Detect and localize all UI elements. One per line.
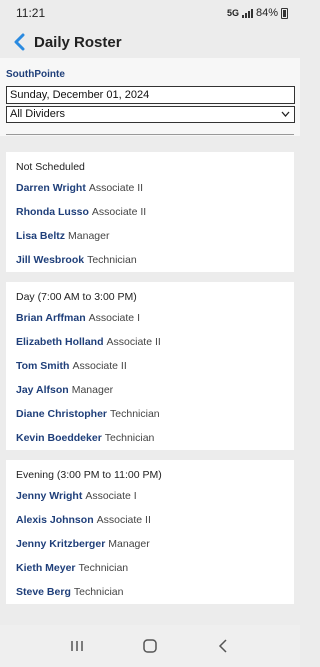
filter-panel: SouthPointe Sunday, December 01, 2024 Al… — [0, 58, 300, 136]
site-label: SouthPointe — [6, 69, 65, 80]
status-time: 11:21 — [16, 6, 46, 20]
network-label: 5G — [226, 8, 239, 18]
page-title: Daily Roster — [34, 33, 122, 51]
status-bar: 11:21 5G 84% — [0, 0, 300, 26]
employee-name[interactable]: Lisa Beltz — [16, 230, 65, 242]
employee-name[interactable]: Jenny Kritzberger — [16, 538, 105, 550]
employee-role: Technician — [73, 586, 124, 598]
divider-select-value: All Dividers — [10, 108, 66, 120]
shift-card: Day (7:00 AM to 3:00 PM) Brian Arffman Ass… — [6, 282, 294, 450]
employee-role: Technician — [78, 562, 129, 574]
employee-role: Manager — [71, 384, 114, 396]
roster-list: Not Scheduled Darren Wright Associate II Rh… — [0, 136, 300, 625]
battery-icon — [281, 7, 288, 19]
employee-row[interactable]: Jenny Wright Associate I — [16, 484, 284, 508]
employee-row[interactable]: Rhonda Lusso Associate II — [16, 200, 284, 224]
employee-role: Associate II — [91, 206, 147, 218]
employee-name[interactable]: Kieth Meyer — [16, 562, 76, 574]
shift-title: Evening (3:00 PM to 11:00 PM) — [16, 469, 162, 481]
date-field[interactable]: Sunday, December 01, 2024 — [6, 86, 295, 104]
employee-row[interactable]: Kieth Meyer Technician — [16, 556, 284, 580]
employee-row[interactable]: Alexis Johnson Associate II — [16, 508, 284, 532]
employee-name[interactable]: Jay Alfson — [16, 384, 69, 396]
signal-icon — [241, 8, 253, 18]
employee-row[interactable]: Kevin Boeddeker Technician — [16, 426, 284, 450]
system-nav-bar — [0, 625, 300, 667]
employee-role: Manager — [68, 230, 110, 242]
system-back-button[interactable] — [203, 631, 243, 661]
app-header: Daily Roster — [0, 26, 300, 58]
employee-row[interactable]: Lisa Beltz Manager — [16, 224, 284, 248]
employee-row[interactable]: Jenny Kritzberger Manager — [16, 532, 284, 556]
employee-name[interactable]: Alexis Johnson — [16, 514, 94, 526]
chevron-down-icon — [281, 107, 290, 127]
divider-select[interactable]: All Dividers — [6, 106, 295, 123]
employee-name[interactable]: Diane Christopher — [16, 408, 107, 420]
employee-role: Associate II — [96, 514, 151, 526]
employee-role: Technician — [104, 432, 155, 444]
employee-role: Technician — [87, 254, 137, 266]
employee-row[interactable]: Brian Arffman Associate I — [16, 306, 284, 330]
employee-role: Associate II — [72, 360, 127, 372]
employee-name[interactable]: Elizabeth Holland — [16, 336, 104, 348]
recents-icon — [70, 641, 83, 651]
employee-name[interactable]: Jenny Wright — [16, 490, 82, 502]
battery-percent: 84% — [255, 7, 278, 19]
employee-name[interactable]: Brian Arffman — [16, 312, 86, 324]
recents-button[interactable] — [57, 631, 97, 661]
employee-row[interactable]: Elizabeth Holland Associate II — [16, 330, 284, 354]
divider-line — [6, 134, 294, 135]
back-icon — [219, 639, 227, 653]
employee-row[interactable]: Steve Berg Technician — [16, 580, 284, 604]
employee-name[interactable]: Rhonda Lusso — [16, 206, 89, 218]
status-indicators: 5G 84% — [227, 7, 288, 19]
chevron-left-icon — [14, 33, 25, 51]
employee-role: Associate I — [85, 490, 137, 502]
employee-row[interactable]: Darren Wright Associate II — [16, 176, 284, 200]
employee-name[interactable]: Darren Wright — [16, 182, 86, 194]
employee-name[interactable]: Tom Smith — [16, 360, 69, 372]
employee-name[interactable]: Steve Berg — [16, 586, 71, 598]
employee-row[interactable]: Jill Wesbrook Technician — [16, 248, 284, 272]
shift-title: Day (7:00 AM to 3:00 PM) — [16, 291, 137, 303]
employee-name[interactable]: Jill Wesbrook — [16, 254, 84, 266]
employee-role: Associate II — [88, 182, 144, 194]
home-button[interactable] — [130, 631, 170, 661]
employee-role: Associate II — [106, 336, 161, 348]
employee-row[interactable]: Diane Christopher Technician — [16, 402, 284, 426]
employee-role: Associate I — [88, 312, 140, 324]
shift-card: Not Scheduled Darren Wright Associate II Rh… — [6, 152, 294, 272]
shift-title: Not Scheduled — [16, 161, 85, 173]
home-icon — [143, 639, 157, 653]
employee-role: Technician — [110, 408, 160, 420]
employee-name[interactable]: Kevin Boeddeker — [16, 432, 102, 444]
employee-role: Manager — [108, 538, 150, 550]
shift-card: Evening (3:00 PM to 11:00 PM) Jenny Wrigh… — [6, 460, 294, 604]
employee-row[interactable]: Jay Alfson Manager — [16, 378, 284, 402]
employee-row[interactable]: Tom Smith Associate II — [16, 354, 284, 378]
back-button[interactable] — [8, 31, 30, 53]
